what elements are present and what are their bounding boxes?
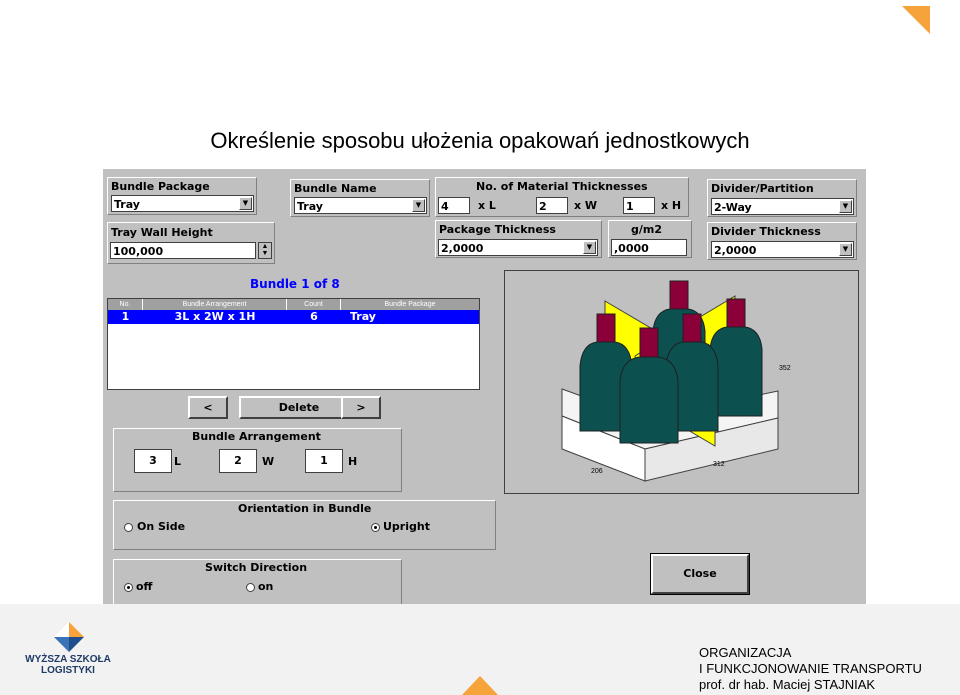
gm2-input[interactable]: ,0000 [611,239,687,256]
next-button[interactable]: > [341,396,381,419]
corner-accent-triangle [902,6,930,34]
bundle-arrangement-group: Bundle Arrangement 3 L 2 W 1 H [113,428,402,492]
divider-thickness-label: Divider Thickness [711,225,821,238]
gm2-label: g/m2 [631,223,663,236]
school-logo-icon [52,620,86,654]
radio-on[interactable] [246,583,255,592]
radio-on-side[interactable] [124,523,133,532]
bundle-name-group: Bundle Name Tray ▼ [290,179,430,217]
bundle-package-label: Bundle Package [111,180,210,193]
radio-upright[interactable] [371,523,380,532]
material-thickness-group: No. of Material Thicknesses 4 x L 2 x W … [435,177,689,217]
upright-label[interactable]: Upright [383,520,430,533]
close-button[interactable]: Close [650,553,750,595]
column-header-arrangement[interactable]: Bundle Arrangement [143,299,287,310]
orientation-label: Orientation in Bundle [238,502,372,515]
footer-line2: I FUNKCJONOWANIE TRANSPORTU [699,661,922,676]
dim-width-label: 206 [591,468,603,475]
package-thickness-select[interactable]: 2,0000 ▼ [438,239,598,256]
footer-accent-triangle [462,676,498,695]
on-side-label[interactable]: On Side [137,520,185,533]
divider-select[interactable]: 2-Way ▼ [711,198,854,215]
spinner-arrows-icon[interactable]: ▲ ▼ [258,242,272,259]
bundle-count-label: Bundle 1 of 8 [250,277,340,291]
bottle-neck [596,313,616,345]
material-w-input[interactable]: 2 [536,197,568,214]
bundle-list[interactable]: No. Bundle Arrangement Count Bundle Pack… [107,298,480,390]
gm2-group: g/m2 ,0000 [608,220,692,258]
package-thickness-value: 2,0000 [441,242,484,255]
logo-line1: WYŻSZA SZKOŁA [25,654,111,665]
bundle-name-label: Bundle Name [294,182,377,195]
divider-thickness-value: 2,0000 [714,244,757,257]
arrangement-l-unit: L [174,455,182,468]
dim-height-label: 352 [779,365,791,372]
orientation-group: Orientation in Bundle On Side Upright [113,500,496,550]
chevron-down-icon[interactable]: ▼ [583,241,596,254]
tray-wall-group: Tray Wall Height 100,000 ▲ ▼ [107,222,275,264]
material-h-input[interactable]: 1 [623,197,655,214]
tray-wall-input[interactable]: 100,000 [110,242,256,259]
column-header-count[interactable]: Count [287,299,341,310]
package-thickness-group: Package Thickness 2,0000 ▼ [435,220,602,258]
material-l-unit: x L [478,199,496,212]
bottle-neck [726,298,746,330]
divider-thickness-select[interactable]: 2,0000 ▼ [711,241,854,258]
bundle-package-value: Tray [114,198,140,211]
column-header-no[interactable]: No. [108,299,143,310]
school-logo-text: WYŻSZA SZKOŁA LOGISTYKI [22,654,114,676]
bundle-list-header: No. Bundle Arrangement Count Bundle Pack… [108,299,479,310]
bundle-name-select[interactable]: Tray ▼ [294,197,427,214]
arrangement-w-input[interactable]: 2 [219,449,257,473]
prev-button[interactable]: < [188,396,228,419]
logo-line2: LOGISTYKI [41,665,95,676]
row-package: Tray [350,310,376,323]
bottle [619,356,679,444]
chevron-down-icon[interactable]: ▼ [839,200,852,213]
material-h-unit: x H [661,199,682,212]
divider-label: Divider/Partition [711,182,814,195]
bottle-neck [669,280,689,312]
tray-wall-label: Tray Wall Height [111,226,213,239]
arrangement-h-unit: H [348,455,358,468]
bundle-app-window: Bundle Package Tray ▼ Bundle Name Tray ▼… [103,169,866,630]
arrangement-w-unit: W [262,455,275,468]
arrangement-l-input[interactable]: 3 [134,449,172,473]
divider-group: Divider/Partition 2-Way ▼ [707,179,857,217]
column-header-package[interactable]: Bundle Package [341,299,479,310]
chevron-down-icon[interactable]: ▼ [412,199,425,212]
arrangement-h-input[interactable]: 1 [305,449,343,473]
bundle-arrangement-label: Bundle Arrangement [192,430,321,443]
material-thickness-label: No. of Material Thicknesses [476,180,648,193]
off-label[interactable]: off [136,580,152,593]
bundle-preview: 352 312 206 [504,270,859,494]
row-count: 6 [310,310,318,323]
bottle-neck [639,327,659,359]
footer-line3: prof. dr hab. Maciej STAJNIAK [699,677,876,692]
on-label[interactable]: on [258,580,273,593]
divider-value: 2-Way [714,201,752,214]
radio-off[interactable] [124,583,133,592]
bundle-name-value: Tray [297,200,323,213]
material-l-input[interactable]: 4 [438,197,470,214]
chevron-down-icon[interactable]: ▼ [239,197,252,210]
dim-length-label: 312 [713,461,725,468]
bottle-neck [682,313,702,345]
switch-direction-label: Switch Direction [205,561,308,574]
slide-title: Określenie sposobu ułożenia opakowań jed… [210,128,750,153]
table-row[interactable]: 1 3L x 2W x 1H 6 Tray [108,310,479,324]
bundle-package-select[interactable]: Tray ▼ [111,195,254,212]
row-arrangement: 3L x 2W x 1H [174,310,256,323]
bundle-package-group: Bundle Package Tray ▼ [107,177,257,215]
material-w-unit: x W [574,199,598,212]
row-no: 1 [121,310,130,323]
package-thickness-label: Package Thickness [439,223,556,236]
footer-line1: ORGANIZACJA [699,645,792,660]
chevron-down-icon[interactable]: ▼ [839,243,852,256]
bundle-3d-illustration [561,280,779,482]
divider-thickness-group: Divider Thickness 2,0000 ▼ [707,222,857,260]
switch-direction-group: Switch Direction off on [113,559,402,608]
